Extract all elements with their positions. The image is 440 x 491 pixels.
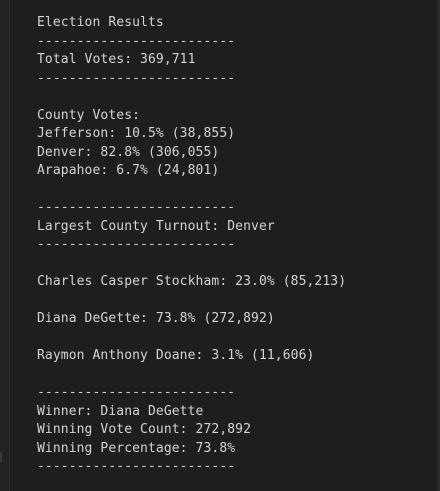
county-line-denver: Denver: 82.8% (306,055)	[37, 144, 220, 160]
winning-vote-count-line: Winning Vote Count: 272,892	[37, 422, 252, 437]
output-title: Election Results	[37, 15, 164, 30]
county-line-jefferson: Jefferson: 10.5% (38,855)	[37, 126, 236, 141]
candidate-line-doane: Raymon Anthony Doane: 3.1% (11,606)	[37, 348, 315, 363]
county-line-arapahoe: Arapahoe: 6.7% (24,801)	[37, 163, 220, 178]
scroll-marker	[0, 452, 2, 462]
separator: -------------------------	[37, 200, 236, 215]
largest-county-line: Largest County Turnout: Denver	[37, 218, 275, 234]
separator: -------------------------	[37, 237, 236, 252]
winning-percentage-line: Winning Percentage: 73.8%	[37, 440, 236, 456]
separator: -------------------------	[37, 33, 236, 49]
winner-line: Winner: Diana DeGette	[37, 403, 204, 419]
terminal-window: Election Results ------------------------…	[0, 0, 440, 491]
separator: -------------------------	[37, 70, 236, 86]
county-votes-heading: County Votes:	[37, 107, 141, 123]
candidate-line-stockham: Charles Casper Stockham: 23.0% (85,213)	[37, 274, 347, 289]
terminal-output: Election Results ------------------------…	[37, 14, 346, 477]
gutter	[0, 0, 10, 491]
separator: -------------------------	[37, 459, 236, 474]
candidate-line-degette: Diana DeGette: 73.8% (272,892)	[37, 311, 275, 326]
separator: -------------------------	[37, 385, 236, 400]
total-votes-line: Total Votes: 369,711	[37, 52, 196, 67]
